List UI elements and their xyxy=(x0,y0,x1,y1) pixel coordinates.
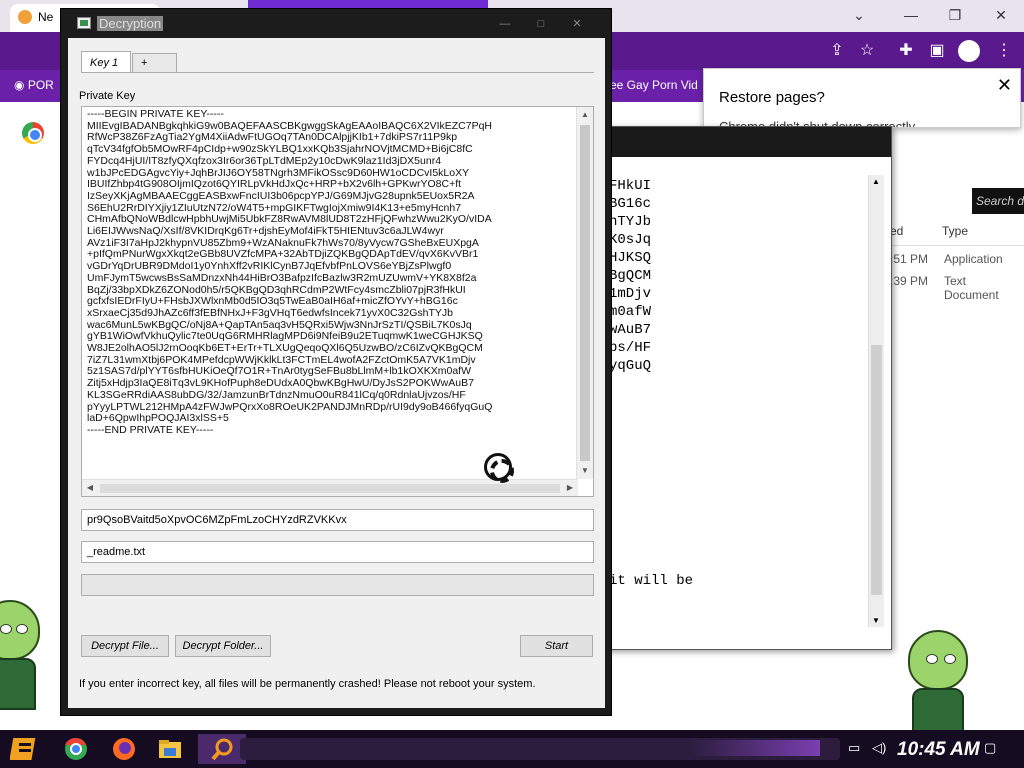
file-explorer-taskbar-icon[interactable] xyxy=(154,734,186,764)
search-input[interactable]: Search de xyxy=(972,188,1024,214)
file-explorer-window: Search de ed Type :51 PM Application :39… xyxy=(886,186,1024,316)
notepad-titlebar[interactable] xyxy=(599,127,891,157)
file-row[interactable]: :51 PM Application xyxy=(886,252,1024,272)
app-icon xyxy=(77,17,91,29)
notepad-scrollbar[interactable]: ▲ ▼ xyxy=(868,175,884,627)
menu-icon[interactable]: ⋮ xyxy=(993,40,1015,62)
private-key-text[interactable]: -----BEGIN PRIVATE KEY----- MIIEvgIBADAN… xyxy=(87,109,575,477)
notepad-footer-line: it will be xyxy=(609,573,694,589)
vertical-scrollbar[interactable]: ▲ ▼ xyxy=(576,107,593,479)
key-id-field[interactable]: pr9QsoBVaitd5oXpvOC6MZpFmLzoCHYzdRZVKKvx xyxy=(81,509,594,531)
scroll-right-arrow-icon[interactable]: ▶ xyxy=(562,480,578,496)
browser-tab-title: Ne xyxy=(38,10,54,24)
bookmark-item[interactable]: ◉ POR xyxy=(14,78,54,92)
network-icon[interactable]: ▭ xyxy=(848,740,860,756)
notepad-window: FHkUI BG16c nTYJb K0sJq HJKSQ BgQCM 1mDjv m0afW… xyxy=(598,126,892,650)
notepad-text[interactable]: FHkUI BG16c nTYJb K0sJq HJKSQ BgQCM 1mDjv m0afW… xyxy=(609,177,651,375)
decryption-dialog: Decryption — □ ✕ Key 1 + Private Key ---… xyxy=(60,8,612,716)
character-sticker-left xyxy=(0,600,50,710)
character-sticker-right xyxy=(898,630,978,740)
decrypt-file-button[interactable]: Decrypt File... xyxy=(81,635,169,657)
restore-title: Restore pages? xyxy=(719,89,825,106)
taskbar-skin-accent xyxy=(690,740,820,756)
decryption-progress-bar xyxy=(81,574,594,596)
close-button[interactable]: ✕ xyxy=(565,15,589,33)
scrollbar-thumb[interactable] xyxy=(100,484,560,493)
clock[interactable]: 10:45 AM xyxy=(897,739,980,761)
private-key-textarea[interactable]: -----BEGIN PRIVATE KEY----- MIIEvgIBADAN… xyxy=(81,106,594,497)
profile-avatar[interactable] xyxy=(958,40,980,62)
start-menu-icon[interactable] xyxy=(9,734,42,764)
sidepanel-icon[interactable]: ▣ xyxy=(926,40,948,62)
chevron-down-icon[interactable]: ⌄ xyxy=(844,4,874,26)
restore-button[interactable]: ❐ xyxy=(940,4,970,26)
volume-icon[interactable]: ◁) xyxy=(872,740,886,756)
taskbar: ▭ ◁) 10:45 AM ▢ xyxy=(0,730,1024,768)
scroll-left-arrow-icon[interactable]: ◀ xyxy=(82,480,98,496)
bookmark-star-icon[interactable]: ☆ xyxy=(856,40,878,62)
extensions-icon[interactable]: ✚ xyxy=(895,40,917,62)
dialog-titlebar[interactable]: Decryption — □ ✕ xyxy=(61,9,613,39)
maximize-button[interactable]: □ xyxy=(529,15,553,33)
add-tab-button[interactable]: + xyxy=(132,53,177,73)
notification-icon[interactable]: ▢ xyxy=(984,740,996,756)
scroll-down-arrow-icon[interactable]: ▼ xyxy=(872,616,880,625)
column-date-modified[interactable]: ed xyxy=(890,224,903,238)
firefox-taskbar-icon[interactable] xyxy=(108,734,140,764)
filename-field[interactable]: _readme.txt xyxy=(81,541,594,563)
column-type[interactable]: Type xyxy=(942,224,968,238)
private-key-label: Private Key xyxy=(79,90,136,102)
dialog-body: Key 1 + Private Key -----BEGIN PRIVATE K… xyxy=(68,38,605,708)
search-taskbar-button[interactable] xyxy=(198,734,246,764)
minimize-button[interactable]: — xyxy=(493,15,517,33)
minimize-button[interactable]: — xyxy=(896,4,926,26)
scroll-up-arrow-icon[interactable]: ▲ xyxy=(872,177,880,186)
scroll-up-arrow-icon[interactable]: ▲ xyxy=(577,107,593,123)
tab-divider xyxy=(81,72,594,73)
decrypt-folder-button[interactable]: Decrypt Folder... xyxy=(175,635,271,657)
loading-spinner-icon xyxy=(484,453,514,483)
tab-key-1[interactable]: Key 1 xyxy=(81,51,131,73)
warning-text: If you enter incorrect key, all files wi… xyxy=(79,678,536,690)
dialog-title: Decryption xyxy=(97,16,164,31)
share-icon[interactable]: ⇪ xyxy=(826,40,848,62)
tab-favicon-icon xyxy=(18,10,32,24)
scroll-down-arrow-icon[interactable]: ▼ xyxy=(577,463,593,479)
scrollbar-thumb[interactable] xyxy=(871,345,882,595)
scrollbar-thumb[interactable] xyxy=(580,125,590,461)
file-row[interactable]: :39 PM Text Document xyxy=(886,274,1024,302)
start-button[interactable]: Start xyxy=(520,635,593,657)
close-icon[interactable]: ✕ xyxy=(997,75,1012,96)
bookmark-item[interactable]: ee Gay Porn Vid xyxy=(610,78,698,92)
chrome-logo-icon xyxy=(22,122,44,144)
close-button[interactable]: ✕ xyxy=(986,4,1016,26)
restore-pages-popup: Restore pages? Chrome didn't shut down c… xyxy=(703,68,1021,128)
chrome-taskbar-icon[interactable] xyxy=(60,734,92,764)
column-headers: ed Type xyxy=(886,216,1024,246)
